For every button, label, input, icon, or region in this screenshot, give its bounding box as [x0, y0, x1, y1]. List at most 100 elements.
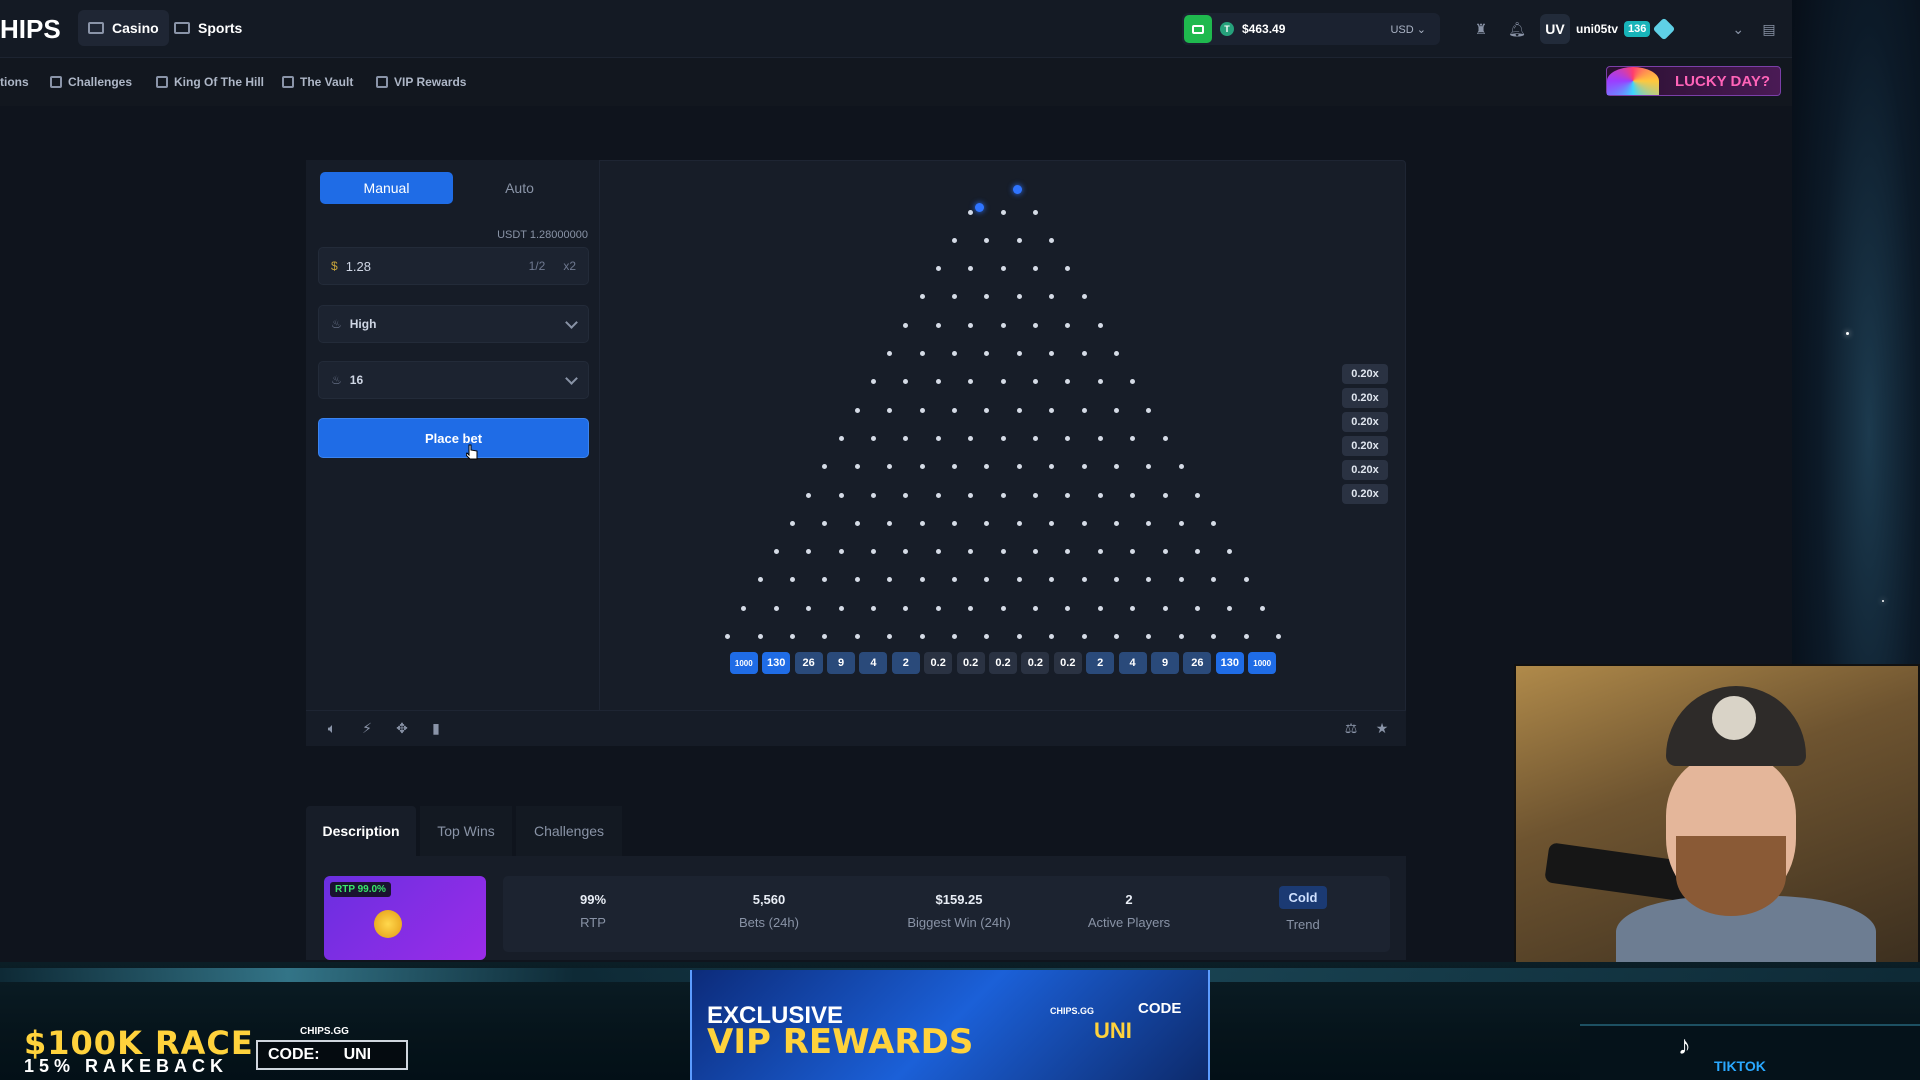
- recent-result: 0.20x: [1342, 388, 1388, 408]
- multiplier-slot: 0.2: [1021, 652, 1050, 674]
- peg: [1178, 464, 1184, 470]
- tab-auto[interactable]: Auto: [453, 172, 586, 204]
- code-box: CODE: UNI: [256, 1040, 408, 1070]
- subnav-promotions-label: tions: [0, 75, 29, 89]
- peg: [951, 237, 957, 243]
- peg: [1016, 407, 1022, 413]
- chevron-down-icon[interactable]: ⌄: [1732, 21, 1744, 38]
- peg: [919, 577, 925, 583]
- site-logo[interactable]: HIPS: [0, 14, 61, 45]
- tiktok-label: TIKTOK: [1714, 1058, 1766, 1074]
- peg: [1000, 379, 1006, 385]
- hotkeys-icon[interactable]: ✥: [394, 720, 410, 736]
- double-bet-button[interactable]: x2: [563, 259, 576, 273]
- peg: [1146, 407, 1152, 413]
- stat-trend: Cold Trend: [1243, 886, 1363, 932]
- wheel-icon: [1607, 67, 1659, 95]
- peg: [1081, 464, 1087, 470]
- wallet-button[interactable]: [1184, 15, 1212, 43]
- tab-description[interactable]: Description: [306, 806, 416, 856]
- peg: [935, 322, 941, 328]
- plinko-ball: [1012, 184, 1022, 194]
- wallet-icon: [1192, 24, 1204, 34]
- bet-amount-field[interactable]: $ 1.28 1/2 x2: [318, 247, 589, 285]
- subnav-the-vault[interactable]: The Vault: [282, 74, 353, 90]
- user-menu[interactable]: UV uni05tv 136 ⌄: [1540, 13, 1770, 45]
- tab-manual[interactable]: Manual: [320, 172, 453, 204]
- lightning-icon[interactable]: ⚡︎: [359, 720, 375, 736]
- recent-result: 0.20x: [1342, 364, 1388, 384]
- peg: [1000, 492, 1006, 498]
- peg: [935, 435, 941, 441]
- risk-select[interactable]: ♨ High: [318, 305, 589, 343]
- peg: [1016, 520, 1022, 526]
- peg: [1032, 435, 1038, 441]
- lucky-day-promo[interactable]: LUCKY DAY?: [1606, 66, 1781, 96]
- peg: [1113, 407, 1119, 413]
- rows-select[interactable]: ♨ 16: [318, 361, 589, 399]
- subnav-challenges[interactable]: Challenges: [50, 74, 132, 90]
- subnav-vip-label: VIP Rewards: [394, 75, 467, 89]
- subnav-king-of-the-hill[interactable]: King Of The Hill: [156, 74, 264, 90]
- peg: [1113, 634, 1119, 639]
- subnav-vip-rewards[interactable]: VIP Rewards: [376, 74, 466, 90]
- peg: [1000, 266, 1006, 272]
- multiplier-slot: 0.2: [956, 652, 985, 674]
- peg: [935, 605, 941, 611]
- peg: [854, 634, 860, 639]
- peg: [806, 605, 812, 611]
- multiplier-slot: 26: [794, 652, 823, 674]
- chat-icon[interactable]: ▤: [1758, 18, 1780, 40]
- subnav-vault-label: The Vault: [300, 75, 354, 89]
- tab-top-wins[interactable]: Top Wins: [420, 806, 512, 856]
- pencil-icon: [50, 76, 62, 88]
- peg: [838, 549, 844, 555]
- peg: [854, 407, 860, 413]
- multiplier-slot: 4: [1118, 652, 1147, 674]
- stats-icon[interactable]: ▮: [428, 720, 444, 736]
- stat-biggest-win-value: $159.25: [935, 892, 983, 907]
- half-bet-button[interactable]: 1/2: [529, 259, 546, 273]
- vip-rewards-text: VIP REWARDS: [707, 1022, 974, 1062]
- recent-result: 0.20x: [1342, 436, 1388, 456]
- nav-casino[interactable]: Casino: [78, 10, 169, 46]
- vip-code-label: CODE: [1138, 1000, 1182, 1017]
- nav-sports[interactable]: Sports: [164, 10, 252, 46]
- streamer-webcam: [1514, 664, 1920, 966]
- place-bet-button[interactable]: Place bet: [318, 418, 589, 458]
- peg: [935, 266, 941, 272]
- multiplier-slot: 0.2: [924, 652, 953, 674]
- peg: [1032, 605, 1038, 611]
- star-icon[interactable]: ★: [1374, 720, 1390, 736]
- peg: [1162, 492, 1168, 498]
- avatar: UV: [1540, 14, 1570, 44]
- secondary-nav: [0, 58, 1792, 106]
- peg: [951, 407, 957, 413]
- rank-gem-icon: [1653, 17, 1676, 41]
- sound-icon[interactable]: 🔈︎: [324, 720, 340, 736]
- multiplier-slot: 0.2: [1053, 652, 1082, 674]
- peg: [1032, 492, 1038, 498]
- peg: [968, 322, 974, 328]
- peg: [935, 492, 941, 498]
- wallet-selector[interactable]: T $463.49 USD ⌄: [1182, 13, 1440, 45]
- tab-challenges[interactable]: Challenges: [516, 806, 622, 856]
- multiplier-slot: 130: [762, 652, 791, 674]
- stat-bets: 5,560 Bets (24h): [709, 892, 829, 930]
- peg: [984, 407, 990, 413]
- peg: [919, 464, 925, 470]
- leaderboard-icon[interactable]: ♜: [1470, 18, 1492, 40]
- peg: [838, 605, 844, 611]
- fairness-icon[interactable]: ⚖︎: [1343, 720, 1359, 736]
- balance-amount: $463.49: [1242, 22, 1286, 36]
- chips-logo-small: CHIPS.GG: [300, 1026, 349, 1037]
- peg: [1130, 492, 1136, 498]
- peg: [1243, 577, 1249, 583]
- peg: [1016, 237, 1022, 243]
- subnav-promotions[interactable]: tions: [0, 74, 29, 90]
- bell-icon[interactable]: 🔔︎: [1506, 18, 1528, 40]
- peg: [1097, 549, 1103, 555]
- mode-toggle: Manual Auto: [320, 172, 586, 206]
- currency-dropdown[interactable]: USD ⌄: [1390, 23, 1426, 36]
- code-value: UNI: [343, 1046, 372, 1063]
